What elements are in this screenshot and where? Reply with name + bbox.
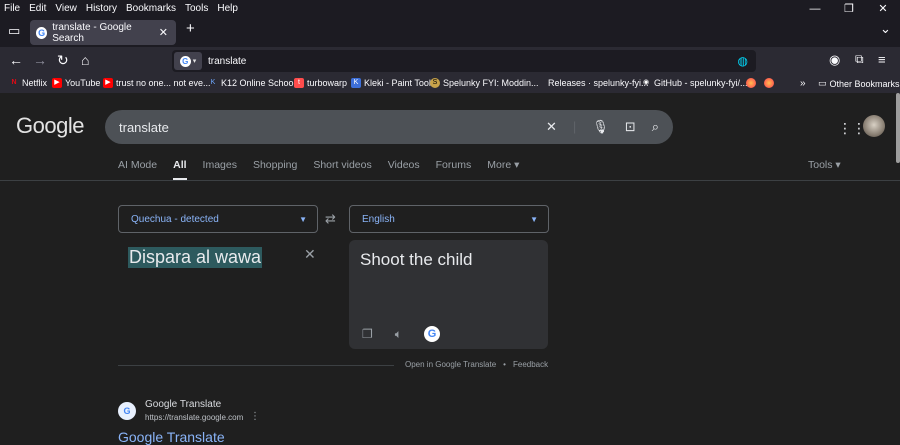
google-results-page: Google translate ✕ | 🎙︎ ⊡ ⌕ ⋮⋮ AI Mode A…	[0, 93, 900, 445]
firefox-bookmark-icon[interactable]	[746, 78, 759, 88]
translation-output: Shoot the child ❐ 🔈︎ G	[349, 240, 548, 349]
source-text-area[interactable]: Dispara al wawa ✕	[118, 239, 330, 349]
google-apps-grid-icon[interactable]: ⋮⋮	[838, 120, 866, 137]
account-icon[interactable]: ◉	[829, 52, 840, 68]
folder-icon: ▭	[818, 78, 827, 88]
source-language-label: Quechua - detected	[131, 213, 219, 225]
tab-google-search[interactable]: G translate - Google Search ✕	[30, 20, 176, 45]
bookmark-netflix[interactable]: N Netflix	[9, 78, 47, 88]
chevron-down-icon: ▾	[192, 58, 197, 65]
copy-icon[interactable]: ❐	[362, 327, 373, 341]
separator-dot: •	[503, 360, 506, 369]
google-translate-icon[interactable]: G	[423, 326, 440, 342]
tab-images[interactable]: Images	[203, 159, 237, 171]
tab-shopping[interactable]: Shopping	[253, 159, 297, 171]
tab-ai-mode[interactable]: AI Mode	[118, 159, 157, 171]
menu-view[interactable]: View	[51, 3, 77, 14]
youtube-icon: ▶	[52, 78, 62, 88]
chevron-down-icon: ▼	[530, 214, 538, 224]
tab-close-icon[interactable]: ✕	[159, 26, 168, 39]
google-logo[interactable]: Google	[16, 113, 84, 139]
source-text[interactable]: Dispara al wawa	[128, 247, 263, 268]
target-language-label: English	[362, 213, 395, 225]
bookmark-kleki[interactable]: K Kleki - Paint Tool	[351, 78, 431, 88]
tab-short-videos[interactable]: Short videos	[313, 159, 371, 171]
other-bookmarks[interactable]: ▭ Other Bookmarks	[818, 78, 900, 89]
search-engine-selector[interactable]: G ▾	[174, 52, 202, 70]
menu-edit[interactable]: Edit	[25, 3, 46, 14]
divider	[118, 365, 394, 366]
result-url[interactable]: https://translate.google.com	[145, 413, 243, 422]
clear-source-icon[interactable]: ✕	[304, 246, 316, 263]
list-tabs-icon[interactable]: ⌄	[880, 21, 891, 37]
menu-bar: File Edit View History Bookmarks Tools H…	[0, 0, 900, 16]
extensions-icon[interactable]: ⧉	[855, 52, 864, 67]
kleki-icon: K	[351, 78, 361, 88]
more-bookmarks-chevron-icon[interactable]: »	[800, 78, 806, 89]
result-site-name[interactable]: Google Translate	[145, 399, 221, 410]
tab-strip: ▭ G translate - Google Search ✕ + ⌄	[0, 16, 900, 47]
firefox-bookmark-icon-2[interactable]	[764, 78, 777, 88]
microphone-icon[interactable]: 🎙︎	[592, 119, 609, 135]
bookmark-github[interactable]: ◉ GitHub - spelunky-fyi/...	[641, 78, 748, 88]
new-tab-button[interactable]: +	[186, 20, 195, 37]
spelunky-icon: S	[430, 78, 440, 88]
forward-arrow-icon[interactable]: →	[33, 52, 47, 68]
tab-overview-icon[interactable]: ▭	[8, 23, 20, 39]
avatar[interactable]	[863, 115, 885, 137]
menu-file[interactable]: File	[0, 3, 20, 14]
search-tabs: AI Mode All Images Shopping Short videos…	[118, 159, 535, 180]
source-language-select[interactable]: Quechua - detected ▼	[118, 205, 318, 233]
chevron-down-icon: ▼	[299, 214, 307, 224]
home-icon[interactable]: ⌂	[81, 52, 89, 68]
menu-hamburger-icon[interactable]: ≡	[878, 52, 886, 67]
translate-page-icon[interactable]: ◍	[738, 54, 748, 68]
tab-all[interactable]: All	[173, 159, 187, 180]
menu-help[interactable]: Help	[213, 3, 238, 14]
bookmarks-bar: N Netflix ▶ YouTube ▶ trust no one... not e…	[0, 75, 900, 93]
bookmark-spelunky-fyi[interactable]: S Spelunky FYI: Moddin...	[430, 78, 539, 88]
search-query[interactable]: translate	[119, 120, 169, 135]
google-favicon-icon: G	[36, 26, 48, 39]
google-translate-favicon-icon: G	[118, 402, 136, 420]
google-engine-icon: G	[179, 55, 191, 67]
scrollbar[interactable]	[896, 93, 900, 163]
k12-icon: K	[210, 79, 216, 86]
bookmark-k12[interactable]: K K12 Online School	[208, 78, 296, 88]
lens-camera-icon[interactable]: ⊡	[625, 119, 636, 135]
bookmark-releases[interactable]: Releases · spelunky-fyi...	[536, 78, 649, 88]
translated-text: Shoot the child	[360, 250, 473, 269]
divider	[0, 180, 900, 181]
tab-videos[interactable]: Videos	[388, 159, 420, 171]
clear-search-icon[interactable]: ✕	[546, 119, 557, 135]
url-text[interactable]: translate	[208, 56, 246, 67]
more-options-icon[interactable]: ⋮	[250, 411, 260, 422]
menu-history[interactable]: History	[82, 3, 117, 14]
turbowarp-icon: t	[294, 78, 304, 88]
feedback-link[interactable]: Feedback	[513, 360, 548, 369]
netflix-icon: N	[11, 79, 17, 86]
github-icon: ◉	[642, 79, 650, 86]
tools-button[interactable]: Tools ▾	[808, 159, 841, 171]
youtube-icon: ▶	[103, 78, 113, 88]
search-icon[interactable]: ⌕	[652, 119, 659, 135]
bookmark-youtube[interactable]: ▶ YouTube	[52, 78, 100, 88]
open-in-google-translate-link[interactable]: Open in Google Translate	[405, 360, 496, 369]
menu-bookmarks[interactable]: Bookmarks	[122, 3, 176, 14]
bookmark-trust-no-one[interactable]: ▶ trust no one... not eve...	[103, 78, 211, 88]
swap-languages-icon[interactable]: ⇄	[325, 211, 336, 227]
url-bar[interactable]: G ▾ translate ◍	[172, 50, 756, 72]
back-arrow-icon[interactable]: ←	[9, 52, 23, 68]
tab-more[interactable]: More ▾	[487, 159, 519, 171]
divider: |	[572, 119, 577, 134]
tab-forums[interactable]: Forums	[436, 159, 472, 171]
tab-title: translate - Google Search	[52, 21, 132, 44]
menu-tools[interactable]: Tools	[181, 3, 208, 14]
navigation-bar: ← → ↻ ⌂ G ▾ translate ◍ ◉ ⧉ ≡	[0, 47, 900, 75]
speaker-icon[interactable]: 🔈︎	[395, 327, 402, 342]
target-language-select[interactable]: English ▼	[349, 205, 549, 233]
bookmark-turbowarp[interactable]: t turbowarp	[294, 78, 347, 88]
reload-icon[interactable]: ↻	[57, 52, 69, 69]
search-box[interactable]: translate ✕ | 🎙︎ ⊡ ⌕	[105, 110, 673, 144]
